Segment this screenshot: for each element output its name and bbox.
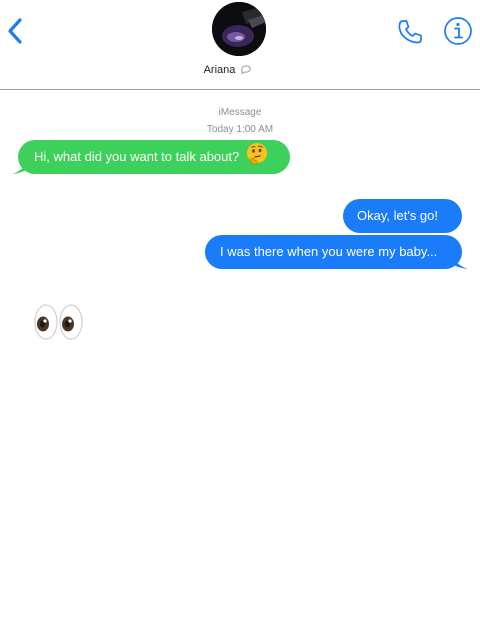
received-emoji-message[interactable] [33,302,85,342]
bubble-tail [454,257,468,269]
phone-icon [398,20,422,44]
service-label: iMessage [218,107,262,118]
contact-name: Ariana [203,64,236,76]
avatar-photo [212,2,266,56]
avatar[interactable] [212,2,266,56]
message-text: Okay, let's go! [357,208,438,223]
conversation-header: Ariana [0,0,480,90]
message-text: Hi, what did you want to talk about? [34,149,240,164]
eyes-emoji-icon [34,304,83,340]
message-timestamp: Today 1:00 AM [206,124,274,135]
chevron-left-icon [8,18,22,44]
bubble-tail [12,162,26,174]
info-icon [444,17,472,45]
received-message-bubble[interactable]: Hi, what did you want to talk about? [12,140,290,174]
info-button[interactable] [443,16,473,46]
chevron-bubble-icon [241,65,252,74]
message-text: I was there when you were my baby... [220,244,438,259]
back-button[interactable] [4,14,26,48]
sent-message-bubble[interactable]: I was there when you were my baby... [205,235,468,269]
sent-message-bubble[interactable]: Okay, let's go! [343,199,462,233]
call-button[interactable] [396,18,424,46]
contact-name-button[interactable]: Ariana [180,64,276,76]
thinking-face-emoji-icon [246,143,267,165]
